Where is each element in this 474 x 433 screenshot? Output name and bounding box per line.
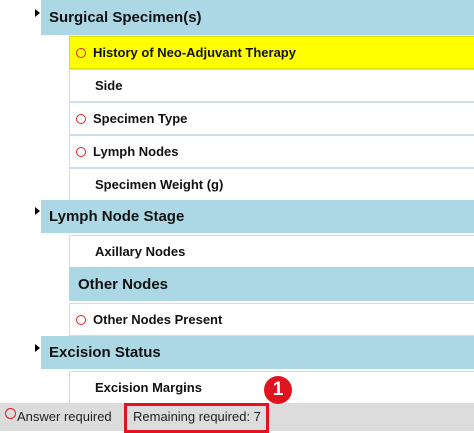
field-label: Specimen Weight (g) xyxy=(95,177,224,192)
field-specimen-weight[interactable]: Specimen Weight (g) xyxy=(69,168,474,201)
subsection-other-nodes[interactable]: Other Nodes xyxy=(69,267,474,301)
field-axillary-nodes[interactable]: Axillary Nodes xyxy=(69,235,474,268)
expand-caret-icon[interactable] xyxy=(35,207,40,215)
section-title: Lymph Node Stage xyxy=(49,208,185,225)
required-indicator-icon xyxy=(5,408,16,419)
section-excision-status[interactable]: Excision Status xyxy=(41,336,474,369)
field-side[interactable]: Side xyxy=(69,69,474,102)
expand-caret-icon[interactable] xyxy=(35,344,40,352)
field-label: Specimen Type xyxy=(93,111,188,126)
annotation-badge: 1 xyxy=(264,376,292,404)
field-label: History of Neo-Adjuvant Therapy xyxy=(93,45,296,60)
field-other-nodes-present[interactable]: Other Nodes Present xyxy=(69,303,474,336)
required-indicator-icon xyxy=(76,113,86,124)
field-specimen-type[interactable]: Specimen Type xyxy=(69,102,474,135)
field-history-neo-adjuvant-therapy[interactable]: History of Neo-Adjuvant Therapy xyxy=(69,36,474,69)
section-title: Excision Status xyxy=(49,344,161,361)
section-lymph-node-stage[interactable]: Lymph Node Stage xyxy=(41,200,474,233)
subsection-title: Other Nodes xyxy=(78,275,169,293)
required-indicator-icon xyxy=(76,146,86,157)
field-label: Side xyxy=(95,78,123,93)
field-label: Excision Margins xyxy=(95,380,202,395)
expand-caret-icon[interactable] xyxy=(35,9,40,17)
annotation-number: 1 xyxy=(272,379,284,400)
field-label: Other Nodes Present xyxy=(93,312,223,327)
legend-label: Answer required xyxy=(17,409,112,424)
required-indicator-icon xyxy=(76,314,86,325)
field-label: Axillary Nodes xyxy=(95,244,186,259)
field-label: Lymph Nodes xyxy=(93,144,179,159)
status-bar: Answer required Remaining required: 7 xyxy=(0,403,474,433)
required-indicator-icon xyxy=(76,47,86,58)
field-lymph-nodes[interactable]: Lymph Nodes xyxy=(69,135,474,168)
remaining-required-count: Remaining required: 7 xyxy=(133,409,261,424)
section-title: Surgical Specimen(s) xyxy=(49,9,202,26)
section-surgical-specimens[interactable]: Surgical Specimen(s) xyxy=(41,0,474,35)
